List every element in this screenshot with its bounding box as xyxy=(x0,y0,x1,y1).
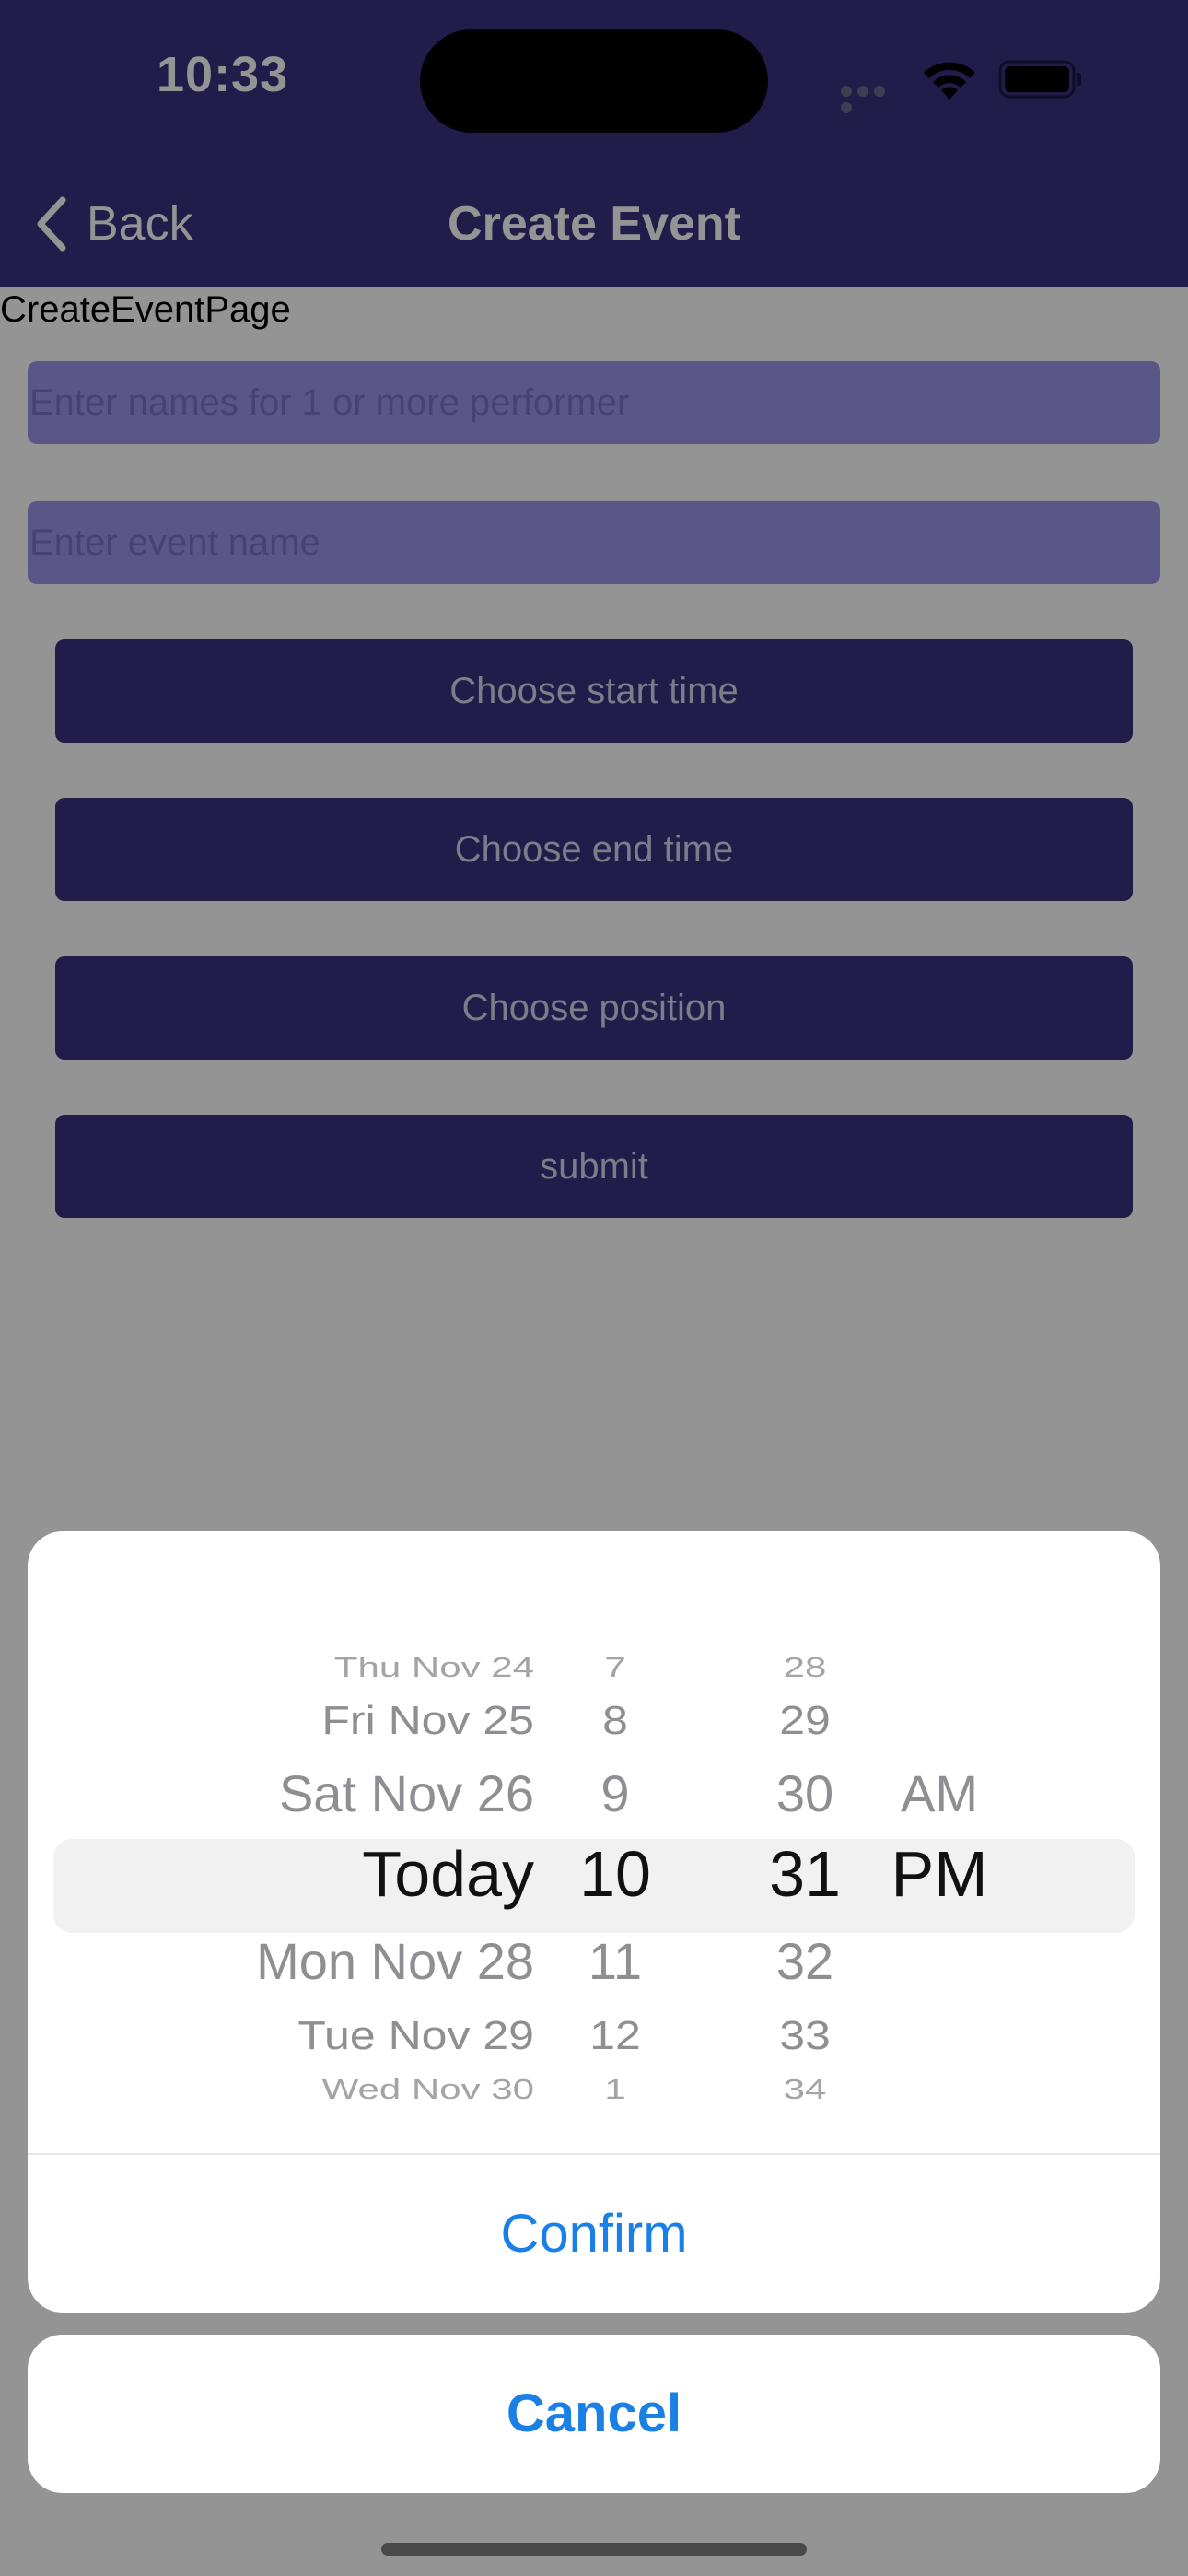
hour-option-selected[interactable]: 10 xyxy=(560,1837,670,1911)
date-option-selected[interactable]: Today xyxy=(362,1837,534,1911)
minute-option[interactable]: 34 xyxy=(722,2074,888,2106)
date-option[interactable]: Thu Nov 24 xyxy=(334,1652,534,1684)
minute-option[interactable]: 33 xyxy=(722,2011,888,2058)
hour-option[interactable]: 1 xyxy=(560,2074,670,2106)
minute-option[interactable]: 32 xyxy=(722,1931,888,1991)
date-wheel[interactable]: Thu Nov 24 Fri Nov 25 Sat Nov 26 Today M… xyxy=(28,1587,534,2132)
minute-option[interactable]: 28 xyxy=(722,1652,888,1684)
hour-option[interactable]: 7 xyxy=(560,1652,670,1684)
date-time-picker[interactable]: Thu Nov 24 Fri Nov 25 Sat Nov 26 Today M… xyxy=(28,1587,1160,2132)
hour-option[interactable]: 8 xyxy=(560,1696,670,1743)
ampm-option-selected[interactable]: PM xyxy=(875,1837,1004,1911)
cancel-button[interactable]: Cancel xyxy=(28,2335,1160,2493)
date-option[interactable]: Tue Nov 29 xyxy=(297,2011,534,2058)
minute-option-selected[interactable]: 31 xyxy=(722,1837,888,1911)
date-option[interactable]: Fri Nov 25 xyxy=(321,1696,534,1743)
date-option[interactable]: Mon Nov 28 xyxy=(256,1931,534,1991)
hour-option[interactable]: 12 xyxy=(560,2011,670,2058)
hour-option[interactable]: 9 xyxy=(560,1763,670,1823)
confirm-button[interactable]: Confirm xyxy=(28,2155,1160,2313)
date-option[interactable]: Sat Nov 26 xyxy=(279,1763,534,1823)
minute-option[interactable]: 29 xyxy=(722,1696,888,1743)
hour-option[interactable]: 11 xyxy=(560,1931,670,1991)
home-indicator xyxy=(381,2543,807,2556)
minute-wheel[interactable]: 28 29 30 31 32 33 34 xyxy=(722,1587,888,2132)
date-option[interactable]: Wed Nov 30 xyxy=(322,2074,534,2106)
minute-option[interactable]: 30 xyxy=(722,1763,888,1823)
ampm-option[interactable]: AM xyxy=(875,1763,1004,1823)
hour-wheel[interactable]: 7 8 9 10 11 12 1 xyxy=(560,1587,670,2132)
ampm-wheel[interactable]: AM PM xyxy=(875,1587,1004,2132)
date-picker-sheet: Thu Nov 24 Fri Nov 25 Sat Nov 26 Today M… xyxy=(28,1531,1160,2313)
